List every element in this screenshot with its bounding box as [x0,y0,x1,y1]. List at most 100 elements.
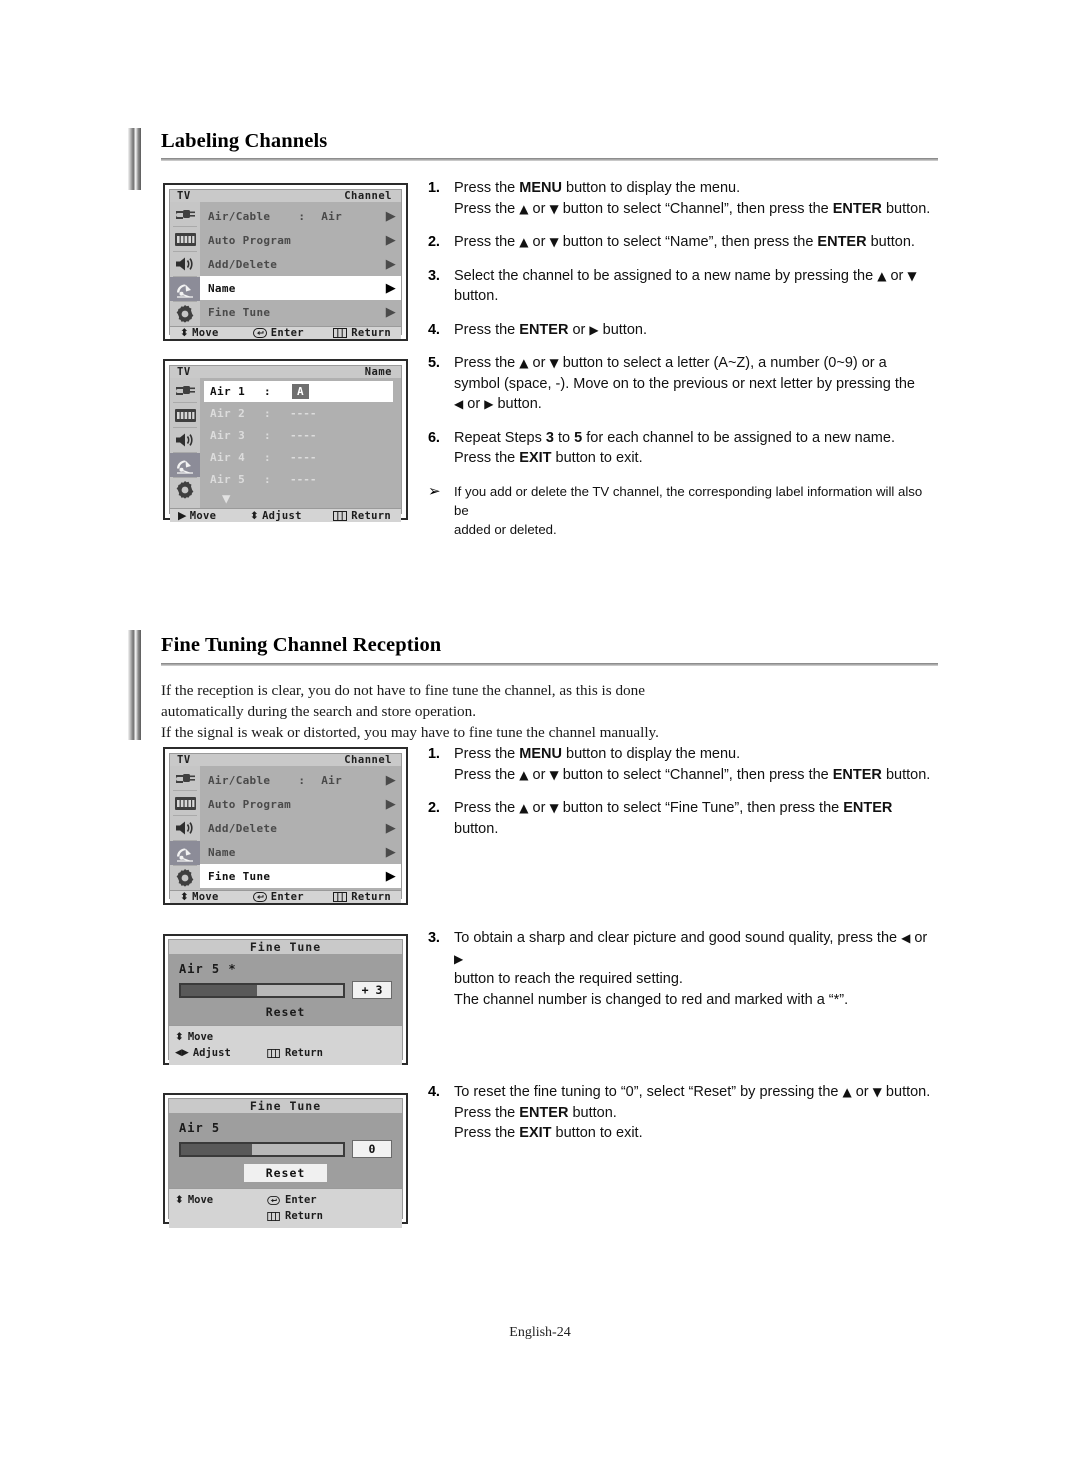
step-text: button. [568,1104,617,1121]
arrow-icon: ▲ [519,801,529,815]
menu-item-name[interactable]: Name ▶ [200,840,401,864]
button-name: EXIT [519,1125,552,1141]
note-line: If you add or delete the TV channel, the… [454,483,923,518]
channel-dish-icon[interactable] [170,453,200,477]
step-text: button. [454,288,499,304]
footer-label: Move [192,891,219,903]
osd-fine-tune-reset: Fine Tune Air 5 0 Reset ⬍ Move Enter Ret… [163,1093,408,1228]
instruction-step: 1. Press the MENU button to display the m… [428,178,938,219]
menu-item-fine-tune[interactable]: Fine Tune ▶ [200,864,401,888]
fine-tune-channel: Air 5 [179,1121,221,1135]
step-line: Press the ▲ or ▼ button to select “Chann… [454,199,930,220]
sound-icon[interactable] [170,252,200,276]
arrow-icon: ▼ [549,801,559,815]
instruction-step: 3. To obtain a sharp and clear picture an… [428,928,938,1010]
name-row[interactable]: Air 2 : ---- [200,402,401,424]
name-row[interactable]: Air 3 : ---- [200,424,401,446]
input-icon[interactable] [170,202,200,226]
name-row[interactable]: Air 5 : ---- [200,468,401,490]
footer-adjust: ⬍ Adjust [250,510,333,522]
input-icon[interactable] [170,378,200,402]
step-line: Press the MENU button to display the men… [454,178,930,199]
setup-gear-icon[interactable] [170,866,200,890]
osd-menu-title: Name [364,366,392,378]
menu-item-add-delete[interactable]: Add/Delete ▶ [200,816,401,840]
footer-return: Return [267,1047,323,1059]
button-name: ENTER [832,200,882,217]
footer-return: Return [333,327,397,339]
menu-item-value: Air [321,209,343,223]
step-line: Press the ENTER button. [454,1103,930,1124]
step-body: Press the ▲ or ▼ button to select “Fine … [454,798,892,839]
sound-icon[interactable] [170,816,200,840]
footer-label: Enter [270,891,304,903]
intro-line: automatically during the search and stor… [161,703,477,720]
name-value: ---- [290,450,317,464]
menu-item-fine-tune[interactable]: Fine Tune ▶ [200,300,401,324]
name-row[interactable]: Air 4 : ---- [200,446,401,468]
name-char-cursor[interactable]: A [292,384,310,399]
arrow-icon: ◀ [454,397,464,411]
channel-dish-icon[interactable] [170,841,200,865]
setup-gear-icon[interactable] [170,478,200,502]
name-value: ---- [290,472,317,486]
menu-item-value: Air [321,773,343,787]
fine-tune-channel: Air 5 * [179,962,237,976]
osd-name-list: Air 1 : A Air 2 : ---- Air 3 : ---- Air … [200,378,401,508]
step-text: or [528,800,550,816]
step-number: 5. [428,355,440,371]
setup-gear-icon[interactable] [170,302,200,326]
step-line: symbol (space, -). Move on to the previo… [454,374,915,395]
step-text: To obtain a sharp and clear picture and … [454,930,902,946]
menu-item-air-cable[interactable]: Air/Cable : Air ▶ [200,204,401,228]
step-line: Press the ENTER or ▶ button. [454,320,647,341]
channel-dish-icon[interactable] [170,277,200,301]
step-line: Press the EXIT button to exit. [454,1123,930,1144]
instruction-step: 2. Press the ▲ or ▼ button to select “Fin… [428,798,938,839]
button-name: ENTER [817,234,867,250]
arrow-icon: ▲ [519,356,529,370]
picture-icon[interactable] [170,227,200,251]
fine-tune-value: 0 [352,1140,392,1158]
reset-button[interactable]: Reset [179,1164,392,1182]
osd-icon-rail [170,378,200,508]
fine-tune-slider[interactable] [179,1141,345,1157]
footer-return: Return [267,1210,323,1222]
menu-item-auto-program[interactable]: Auto Program ▶ [200,792,401,816]
chevron-right-icon: ▶ [385,772,396,788]
name-row-editing[interactable]: Air 1 : A [204,381,393,402]
fine-tune-slider[interactable] [179,982,345,998]
step-text: button to display the menu. [561,746,741,762]
picture-icon[interactable] [170,403,200,427]
name-channel: Air 2 [210,406,246,420]
reset-button[interactable]: Reset [179,1005,392,1019]
osd-name-editor: TV Name Air 1: A Air 2: ---- Air 3: -… [163,359,408,522]
menu-item-auto-program[interactable]: Auto Program ▶ [200,228,401,252]
step-number: 2. [428,800,440,816]
scroll-down-icon[interactable]: ▼ [200,490,401,508]
footer-move: ⬍ Move [175,1194,267,1206]
step-body: Press the ▲ or ▼ button to select “Name”… [454,232,915,253]
step-text: button to reach the required setting. [454,971,683,987]
menu-item-colon: : [298,773,306,787]
step-text: or [886,267,908,284]
button-name: EXIT [519,450,552,466]
step-text: button to exit. [551,450,643,466]
step-text: button to select “Fine Tune”, then press… [558,800,844,816]
input-icon[interactable] [170,766,200,790]
osd-footer-bar: ⬍ Move Enter Return [170,890,401,903]
menu-item-name[interactable]: Name ▶ [200,276,401,300]
step-line: Repeat Steps 3 to 5 for each channel to … [454,428,895,449]
footer-label: Return [351,509,391,522]
step-text: button. [866,234,915,250]
step-text: Select the channel to be assigned to a n… [454,267,878,284]
fine-tuning-steps-top: 1. Press the MENU button to display the m… [428,744,938,852]
picture-icon[interactable] [170,791,200,815]
button-name: 3 [545,429,554,446]
sound-icon[interactable] [170,428,200,452]
osd-title-bar: TV Channel [170,754,401,766]
arrow-icon: ▲ [842,1085,852,1099]
menu-item-add-delete[interactable]: Add/Delete ▶ [200,252,401,276]
button-name: ENTER [832,766,882,783]
menu-item-air-cable[interactable]: Air/Cable : Air ▶ [200,768,401,792]
